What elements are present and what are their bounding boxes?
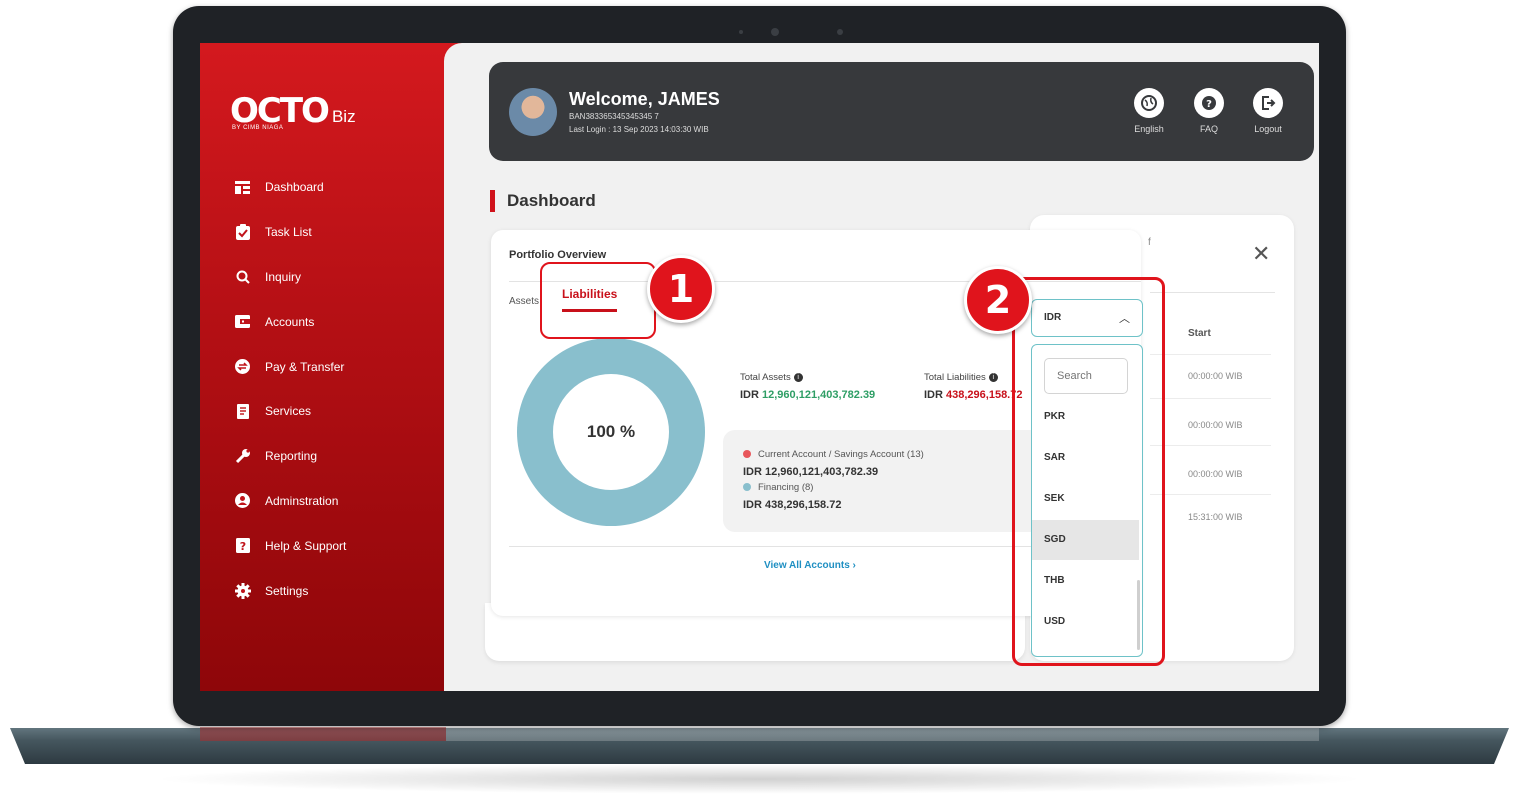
total-assets-value: 12,960,121,403,782.39 (762, 389, 876, 401)
account-number: BAN383365345345345 7 (569, 112, 659, 121)
camera-sensor (739, 30, 743, 34)
total-assets-amount: IDR 12,960,121,403,782.39 (740, 389, 875, 401)
faq-button[interactable]: ? FAQ (1179, 88, 1239, 134)
faq-label: FAQ (1199, 124, 1218, 134)
camera-led (837, 29, 843, 35)
start-time-cell: 00:00:00 WIB (1188, 420, 1243, 430)
sidebar-item-inquiry[interactable]: Inquiry (234, 255, 346, 300)
transfer-icon (234, 358, 251, 375)
sidebar-item-administration[interactable]: Adminstration (234, 479, 346, 524)
info-icon[interactable]: i (793, 372, 803, 382)
start-column-header: Start (1188, 328, 1211, 339)
panel-divider (1150, 292, 1275, 293)
octo-biz-logo[interactable]: OCTO Biz BY CIMB NIAGA (230, 91, 356, 131)
legend-item-casa: Current Account / Savings Account (13) (743, 449, 924, 460)
sidebar-item-label: Help & Support (265, 538, 347, 553)
logout-button[interactable]: Logout (1238, 88, 1298, 134)
legend-label: Financing (8) (758, 482, 814, 493)
sidebar-item-reporting[interactable]: Reporting (234, 434, 346, 479)
welcome-text: Welcome, JAMES (569, 89, 720, 109)
laptop-base-reflection (200, 727, 1319, 741)
language-label: English (1134, 124, 1164, 134)
laptop-shadow (150, 764, 1369, 794)
svg-text:?: ? (239, 540, 245, 553)
sidebar-item-settings[interactable]: Settings (234, 568, 346, 613)
start-time-cell: 00:00:00 WIB (1188, 371, 1243, 381)
legend-dot (743, 450, 751, 459)
total-liabilities-label: Total Liabilities i (924, 372, 998, 383)
total-assets-currency: IDR (740, 389, 759, 401)
sidebar-item-label: Reporting (265, 449, 318, 464)
row-divider (1150, 354, 1271, 355)
sidebar-item-dashboard[interactable]: Dashboard (234, 165, 346, 210)
total-liabilities-currency: IDR (924, 389, 943, 401)
document-icon (234, 403, 251, 420)
logout-label: Logout (1254, 124, 1282, 134)
callout-badge-1: 1 (647, 255, 715, 323)
total-assets-label: Total Assets i (740, 372, 803, 383)
user-avatar[interactable] (509, 88, 557, 136)
sidebar-item-label: Services (265, 404, 312, 419)
sidebar-item-help-support[interactable]: ? Help & Support (234, 523, 346, 568)
total-liabilities-amount: IDR 438,296,158.72 (924, 389, 1022, 401)
row-divider (1150, 398, 1271, 399)
logout-icon (1253, 88, 1283, 118)
sidebar-item-label: Adminstration (265, 493, 339, 508)
question-icon: ? (1194, 88, 1224, 118)
portfolio-donut-chart: 100 % (517, 338, 705, 526)
sidebar-item-task-list[interactable]: Task List (234, 210, 346, 255)
sidebar-item-accounts[interactable]: Accounts (234, 299, 346, 344)
legend-dot (743, 483, 751, 492)
last-login-text: Last Login : 13 Sep 2023 14:03:30 WIB (569, 125, 709, 134)
user-circle-icon (234, 492, 251, 509)
help-icon: ? (234, 537, 251, 554)
checklist-icon (234, 224, 251, 241)
sidebar-nav: Dashboard Task List Inquiry Accounts Pay… (234, 165, 346, 613)
start-time-cell: 15:31:00 WIB (1188, 512, 1243, 522)
panel-title-fragment: f (1148, 237, 1151, 248)
legend-amount: IDR 12,960,121,403,782.39 (743, 466, 879, 478)
portfolio-overview-title: Portfolio Overview (509, 249, 607, 261)
callout-badge-2: 2 (964, 266, 1032, 334)
sidebar-item-services[interactable]: Services (234, 389, 346, 434)
gear-icon (234, 582, 251, 599)
donut-percent: 100 % (553, 374, 669, 490)
sidebar: OCTO Biz BY CIMB NIAGA Dashboard Task Lis… (200, 43, 464, 691)
camera-lens (771, 28, 779, 36)
sidebar-item-label: Dashboard (265, 180, 324, 195)
view-all-accounts-link[interactable]: View All Accounts › (764, 560, 856, 571)
globe-icon (1134, 88, 1164, 118)
row-divider (1150, 445, 1271, 446)
wrench-icon (234, 448, 251, 465)
page-title: Dashboard (490, 190, 596, 212)
info-icon[interactable]: i (988, 372, 998, 382)
logo-sub-text: Biz (331, 107, 356, 126)
callout-highlight-currency (1012, 277, 1165, 666)
total-assets-label-text: Total Assets (740, 372, 791, 383)
sidebar-item-label: Inquiry (265, 269, 302, 284)
logo-byline: BY CIMB NIAGA (232, 125, 284, 131)
language-button[interactable]: English (1119, 88, 1179, 134)
total-liabilities-value: 438,296,158.72 (946, 389, 1023, 401)
dashboard-icon (234, 179, 251, 196)
total-liabilities-label-text: Total Liabilities (924, 372, 986, 383)
tab-assets[interactable]: Assets (509, 296, 539, 307)
legend-item-financing: Financing (8) (743, 482, 813, 493)
row-divider (1150, 494, 1271, 495)
callout-highlight-liabilities (540, 262, 656, 339)
top-header: Welcome, JAMES BAN383365345345345 7 Last… (489, 62, 1314, 161)
sidebar-item-label: Accounts (265, 314, 315, 329)
sidebar-item-pay-transfer[interactable]: Pay & Transfer (234, 344, 346, 389)
sidebar-item-label: Settings (265, 583, 309, 598)
legend-amount: IDR 438,296,158.72 (743, 499, 842, 511)
sidebar-item-label: Task List (265, 225, 312, 240)
sidebar-item-label: Pay & Transfer (265, 359, 345, 374)
wallet-icon (234, 313, 251, 330)
app-screen: OCTO Biz BY CIMB NIAGA Dashboard Task Lis… (200, 43, 1319, 691)
start-time-cell: 00:00:00 WIB (1188, 469, 1243, 479)
search-icon (234, 268, 251, 285)
legend-label: Current Account / Savings Account (13) (758, 449, 924, 460)
svg-text:?: ? (1206, 99, 1212, 110)
close-icon[interactable]: ✕ (1252, 241, 1270, 267)
